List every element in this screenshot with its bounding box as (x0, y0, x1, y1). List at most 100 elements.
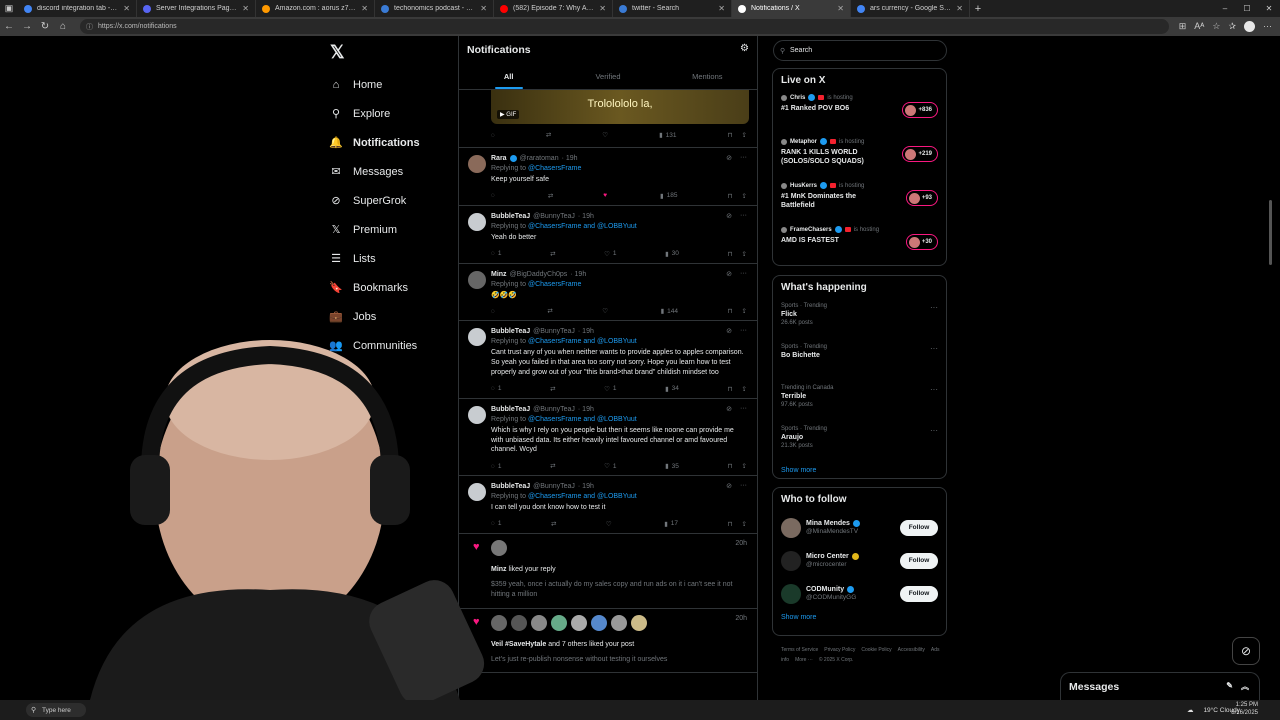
avatar[interactable] (591, 614, 607, 631)
author-name[interactable]: BubbleTeaJ (491, 483, 530, 490)
like-notification[interactable]: ♥ 20h Minz liked your reply $359 yeah, once… (459, 534, 757, 609)
listener-count[interactable]: +93 (905, 190, 938, 206)
more-icon[interactable]: ··· (740, 270, 747, 278)
weather-icon[interactable]: ☁ (1187, 706, 1194, 714)
browser-menu-icon[interactable]: ··· (1263, 21, 1272, 32)
reply-icon[interactable]: ◌ 1 (491, 462, 502, 470)
nav-item-notifications[interactable]: 🔔 Notifications (329, 128, 419, 157)
avatar[interactable] (468, 212, 486, 231)
repost-icon[interactable]: ⇄ (550, 250, 555, 258)
share-icon[interactable]: ⇪ (742, 131, 747, 139)
show-more-link[interactable]: Show more (773, 463, 946, 482)
views-icon[interactable]: ▮ 185 (660, 192, 677, 200)
nav-item-communities[interactable]: 👥 Communities (329, 331, 420, 360)
bookmark-icon[interactable]: ⊓ (727, 131, 732, 139)
mention-link[interactable]: @ChasersFrame (528, 165, 581, 172)
account-name[interactable]: Micro Center (806, 553, 849, 560)
install-app-icon[interactable]: ⊞ (1179, 21, 1187, 32)
more-icon[interactable]: ··· (930, 385, 938, 394)
reply-notification[interactable]: Rara @raratoman · 19h ⊘ ··· Replying to @Chas… (459, 148, 757, 206)
site-info-icon[interactable]: ⓘ (86, 22, 93, 32)
grok-icon[interactable]: ⊘ (726, 405, 732, 413)
reply-icon[interactable]: ◌ (491, 131, 495, 139)
trend-item[interactable]: Sports · Trending Araujo 21.3K posts ··· (773, 422, 946, 463)
reload-icon[interactable]: ↻ (36, 21, 54, 32)
repost-icon[interactable]: ⇄ (547, 307, 552, 315)
browser-tab[interactable]: twitter - Search ✕ (613, 0, 732, 17)
author-handle[interactable]: @BunnyTeaJ (533, 483, 575, 490)
url-field[interactable]: ⓘ https://x.com/notifications (80, 19, 1169, 34)
footer-link[interactable]: Privacy Policy (824, 647, 855, 653)
share-icon[interactable]: ⇪ (742, 520, 747, 528)
close-window-icon[interactable]: ✕ (1258, 0, 1280, 17)
repost-icon[interactable]: ⇄ (546, 131, 551, 139)
more-icon[interactable]: ··· (740, 405, 747, 413)
repost-icon[interactable]: ⇄ (550, 462, 555, 470)
avatar[interactable] (468, 405, 486, 424)
live-item[interactable]: FrameChasers is hosting AMD IS FASTEST +30 (773, 224, 946, 268)
avatar[interactable] (491, 614, 507, 631)
expand-icon[interactable]: ︽ (1241, 681, 1249, 692)
reply-notification[interactable]: BubbleTeaJ @BunnyTeaJ · 19h ⊘ ··· Replying to… (459, 476, 757, 534)
home-browser-icon[interactable]: ⌂ (54, 21, 72, 32)
browser-tab[interactable]: Notifications / X ✕ (732, 0, 851, 17)
more-icon[interactable]: ··· (930, 426, 938, 435)
timestamp[interactable]: · 19h (570, 271, 586, 278)
author-name[interactable]: Rara (491, 155, 507, 162)
account-name[interactable]: Mina Mendes (806, 520, 850, 527)
more-icon[interactable]: ··· (740, 212, 747, 220)
tab-verified[interactable]: Verified (558, 65, 657, 89)
clock[interactable]: 1:25 PM 8/16/2025 (1231, 702, 1258, 718)
like-icon[interactable]: ♡ 1 (604, 385, 616, 393)
like-icon[interactable]: ♡ (606, 520, 615, 528)
gif-media[interactable]: Trololololo la, ▶ GIF (491, 90, 749, 124)
avatar[interactable] (781, 517, 801, 538)
favorite-star-icon[interactable]: ☆ (1212, 21, 1220, 32)
actor-name[interactable]: Minz (491, 566, 507, 573)
reply-icon[interactable]: ◌ (491, 307, 498, 315)
trend-item[interactable]: Sports · Trending Bo Bichette ··· (773, 340, 946, 381)
repost-icon[interactable]: ⇄ (550, 385, 555, 393)
avatar[interactable] (571, 614, 587, 631)
close-tab-icon[interactable]: ✕ (480, 4, 487, 13)
listener-count[interactable]: +219 (902, 146, 938, 162)
tab-mentions[interactable]: Mentions (658, 65, 757, 89)
actor-name[interactable]: Veil #SaveHytale (491, 641, 546, 648)
bookmark-icon[interactable]: ⊓ (727, 385, 732, 393)
footer-link[interactable]: © 2025 X Corp. (819, 657, 854, 663)
repost-icon[interactable]: ⇄ (548, 192, 553, 200)
follow-suggestion[interactable]: Micro Center @microcenter Follow (773, 544, 946, 577)
follow-button[interactable]: Follow (900, 519, 938, 536)
more-icon[interactable]: ··· (930, 344, 938, 353)
repost-icon[interactable]: ⇄ (551, 520, 556, 528)
mention-link[interactable]: @ChasersFrame and @LOBBYuut (528, 493, 637, 500)
browser-tab[interactable]: (582) Episode 7: Why All Tech ✕ (494, 0, 613, 17)
messages-drawer[interactable]: Messages ✎ ︽ (1060, 672, 1260, 700)
close-tab-icon[interactable]: ✕ (123, 4, 130, 13)
share-icon[interactable]: ⇪ (742, 462, 747, 470)
close-tab-icon[interactable]: ✕ (837, 4, 844, 13)
avatar[interactable] (781, 583, 801, 604)
reply-icon[interactable]: ◌ 1 (491, 250, 502, 258)
avatar[interactable] (468, 155, 486, 173)
bookmark-icon[interactable]: ⊓ (727, 250, 732, 258)
avatar[interactable] (531, 614, 547, 631)
avatar[interactable] (468, 270, 486, 289)
timestamp[interactable]: · 19h (578, 328, 594, 335)
reply-notification[interactable]: Minz @BigDaddyCh0ps · 19h ⊘ ··· Replying to @… (459, 264, 757, 322)
grok-icon[interactable]: ⊘ (726, 270, 732, 278)
close-tab-icon[interactable]: ✕ (956, 4, 963, 13)
nav-item-supergrok[interactable]: ⊘ SuperGrok (330, 186, 420, 215)
timestamp[interactable]: · 19h (562, 155, 578, 162)
author-handle[interactable]: @BunnyTeaJ (533, 213, 575, 220)
like-icon[interactable]: ♡ 1 (604, 250, 616, 258)
minimize-icon[interactable]: – (1214, 0, 1236, 17)
avatar[interactable] (491, 539, 507, 556)
grok-icon[interactable]: ⊘ (726, 482, 732, 490)
author-handle[interactable]: @raratoman (520, 155, 559, 162)
reply-notification[interactable]: BubbleTeaJ @BunnyTeaJ · 19h ⊘ ··· Replying to… (459, 206, 757, 264)
reply-icon[interactable]: ◌ 1 (491, 385, 502, 393)
avatar[interactable] (468, 328, 486, 347)
maximize-icon[interactable]: ☐ (1236, 0, 1258, 17)
reply-notification[interactable]: BubbleTeaJ @BunnyTeaJ · 19h ⊘ ··· Replying to… (459, 399, 757, 477)
